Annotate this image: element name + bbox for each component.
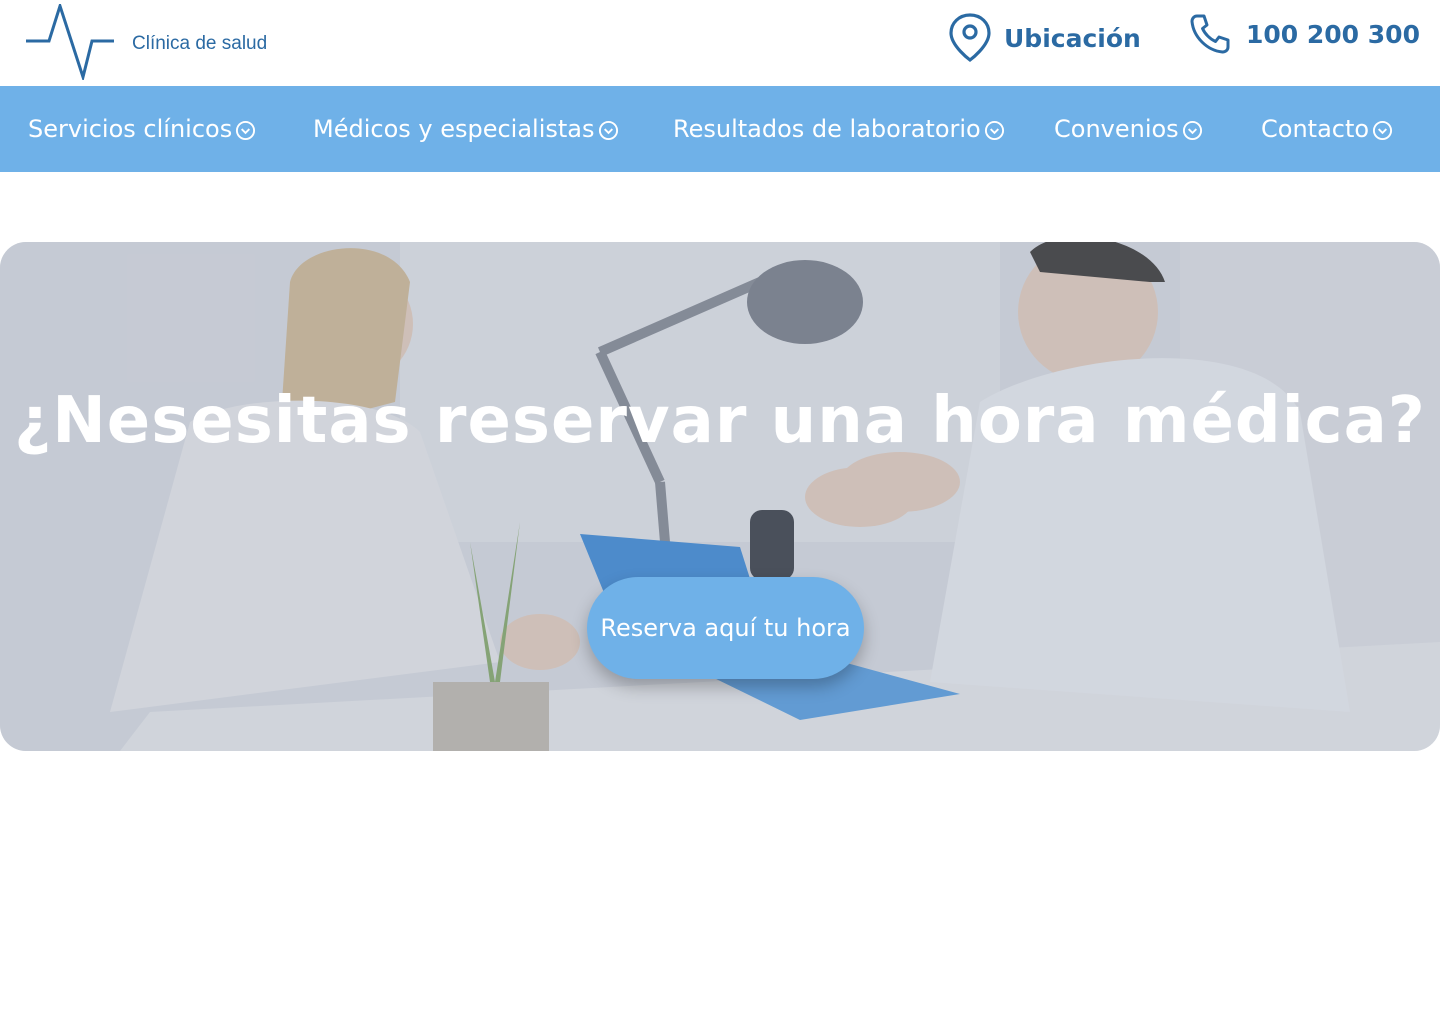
location-link[interactable]: Ubicación — [946, 12, 1141, 64]
nav-item-resultados[interactable]: Resultados de laboratorio — [673, 86, 1005, 172]
nav-item-servicios-clinicos[interactable]: Servicios clínicos — [28, 86, 256, 172]
nav-item-convenios[interactable]: Convenios — [1054, 86, 1203, 172]
site-header: Clínica de salud Ubicación 100 200 300 — [0, 0, 1440, 86]
nav-item-medicos[interactable]: Médicos y especialistas — [313, 86, 619, 172]
nav-item-label: Servicios clínicos — [28, 115, 233, 143]
nav-item-label: Resultados de laboratorio — [673, 115, 981, 143]
chevron-down-icon — [1182, 120, 1202, 141]
nav-item-label: Contacto — [1261, 115, 1370, 143]
phone-link[interactable]: 100 200 300 — [1188, 12, 1420, 56]
main-nav: Servicios clínicos Médicos y especialist… — [0, 86, 1440, 172]
nav-item-contacto[interactable]: Contacto — [1261, 86, 1393, 172]
chevron-down-icon — [1373, 120, 1393, 141]
chevron-down-icon — [236, 120, 256, 141]
location-label: Ubicación — [1004, 23, 1141, 53]
chevron-down-icon — [598, 120, 618, 141]
nav-item-label: Médicos y especialistas — [313, 115, 595, 143]
nav-item-label: Convenios — [1054, 115, 1179, 143]
hero-banner: ¿Nesesitas reservar una hora médica? Res… — [0, 242, 1440, 751]
location-pin-icon — [949, 13, 991, 62]
book-appointment-button[interactable]: Reserva aquí tu hora — [587, 577, 864, 679]
phone-icon — [1190, 14, 1230, 54]
hero-title: ¿Nesesitas reservar una hora médica? — [14, 384, 1426, 458]
logo-link[interactable]: Clínica de salud — [26, 4, 267, 80]
brand-name: Clínica de salud — [132, 33, 268, 54]
phone-number: 100 200 300 — [1246, 19, 1420, 49]
heartbeat-line-icon — [26, 4, 114, 80]
chevron-down-icon — [984, 120, 1004, 141]
